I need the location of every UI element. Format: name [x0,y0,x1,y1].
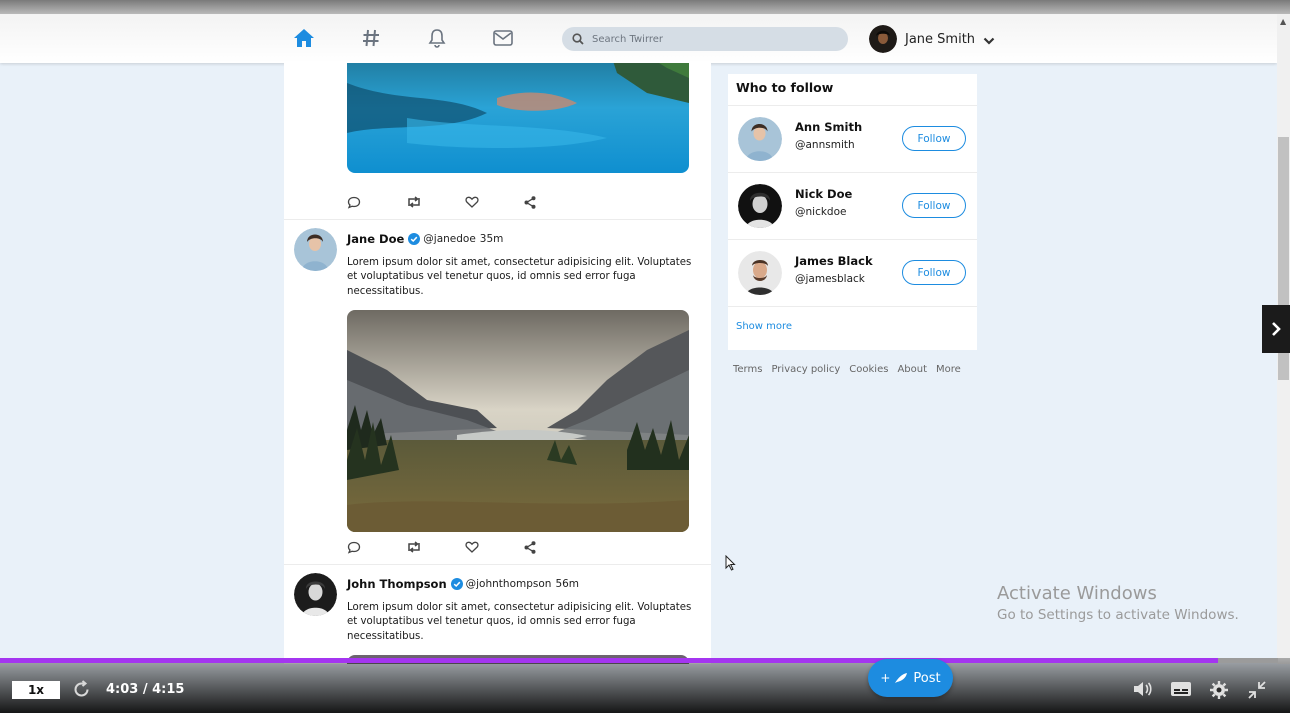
suggestion-handle: @nickdoe [795,206,847,218]
follow-button[interactable]: Follow [902,260,966,285]
tweet-image-mountains[interactable] [347,310,689,532]
search-icon [572,30,584,49]
tweet-handle[interactable]: @johnthompson [466,578,552,590]
suggestion-avatar[interactable] [738,251,782,295]
comment-icon[interactable] [347,539,406,555]
watermark-title: Activate Windows [997,583,1157,604]
follow-button[interactable]: Follow [902,126,966,151]
hashtag-icon[interactable] [359,26,383,50]
suggestion-avatar[interactable] [738,117,782,161]
tweet: John Thompson @johnthompson 56m Lorem ip… [284,573,711,663]
show-more-row: Show more [728,306,977,350]
mouse-cursor-icon [725,555,736,571]
footer-link-more[interactable]: More [936,364,961,375]
chevron-down-icon[interactable] [983,30,995,49]
tweet-author-name[interactable]: Jane Doe [347,232,404,246]
watermark-subtitle: Go to Settings to activate Windows. [997,607,1239,623]
footer-link-about[interactable]: About [897,364,927,375]
user-menu[interactable]: Jane Smith [869,25,995,53]
follow-suggestion: Ann Smith @annsmith Follow [728,105,977,172]
suggestion-handle: @jamesblack [795,273,865,285]
verified-badge-icon [450,578,463,590]
tweet-image-lake[interactable] [347,63,689,173]
tweet-time: 35m [479,233,504,245]
suggestion-handle: @annsmith [795,139,855,151]
video-progress-fill [0,658,1218,663]
follow-button[interactable]: Follow [902,193,966,218]
who-to-follow-panel: Who to follow Ann Smith @annsmith Follow… [728,74,977,350]
tweet-text: Lorem ipsum dolor sit amet, consectetur … [347,257,692,297]
heart-icon[interactable] [465,539,524,555]
tweet-header: Jane Doe @janedoe 35m [347,232,503,246]
suggestion-avatar[interactable] [738,184,782,228]
comment-icon[interactable] [347,194,406,210]
exit-fullscreen-icon[interactable] [1247,680,1267,704]
feather-icon [895,673,908,683]
video-time: 4:03 / 4:15 [106,682,185,697]
retweet-icon[interactable] [406,539,465,555]
tweet-actions [347,194,583,210]
replay-icon[interactable] [72,680,91,703]
mail-icon[interactable] [491,26,515,50]
suggestion-name[interactable]: Nick Doe [795,187,852,201]
settings-gear-icon[interactable] [1209,680,1229,704]
user-name: Jane Smith [905,31,976,47]
post-button-label: Post [913,670,941,686]
suggestion-name[interactable]: Ann Smith [795,120,862,134]
tweet-avatar[interactable] [294,573,337,616]
scroll-up-arrow-icon[interactable]: ▲ [1280,17,1286,26]
show-more-link[interactable]: Show more [736,321,792,332]
user-avatar [869,25,897,53]
sidebar-expand-arrow-icon[interactable] [1262,305,1290,353]
post-button[interactable]: + Post [868,659,953,697]
footer-link-terms[interactable]: Terms [733,364,762,375]
home-icon[interactable] [292,26,316,50]
feed-column: Jane Doe @janedoe 35m Lorem ipsum dolor … [284,63,711,664]
divider [284,219,711,220]
bell-icon[interactable] [425,26,449,50]
follow-suggestion: James Black @jamesblack Follow [728,239,977,306]
divider [284,564,711,565]
search-input[interactable] [592,33,832,45]
verified-badge-icon [408,233,421,245]
footer-link-privacy[interactable]: Privacy policy [771,364,840,375]
captions-icon[interactable] [1170,680,1192,702]
activate-windows-watermark: Activate Windows Go to Settings to activ… [997,583,1239,623]
tweet-time: 56m [555,578,580,590]
suggestion-name[interactable]: James Black [795,254,873,268]
heart-icon[interactable] [465,194,524,210]
playback-speed-button[interactable]: 1x [12,681,60,699]
video-player-controls [0,658,1290,713]
tweet-text: Lorem ipsum dolor sit amet, consectetur … [347,602,692,642]
share-icon[interactable] [524,539,583,555]
footer-link-cookies[interactable]: Cookies [849,364,888,375]
tweet-header: John Thompson @johnthompson 56m [347,577,579,591]
tweet-avatar[interactable] [294,228,337,271]
top-navbar: Jane Smith [0,14,1277,63]
page: Jane Smith [0,14,1277,664]
tweet-actions [347,539,583,555]
search-bar [562,27,848,51]
tweet-handle[interactable]: @janedoe [423,233,476,245]
volume-icon[interactable] [1132,680,1152,702]
footer-links: Terms Privacy policy Cookies About More [733,364,970,375]
who-to-follow-title: Who to follow [736,80,834,95]
follow-suggestion: Nick Doe @nickdoe Follow [728,172,977,239]
tweet-author-name[interactable]: John Thompson [347,577,447,591]
retweet-icon[interactable] [406,194,465,210]
window-title-bar [0,0,1290,14]
share-icon[interactable] [524,194,583,210]
